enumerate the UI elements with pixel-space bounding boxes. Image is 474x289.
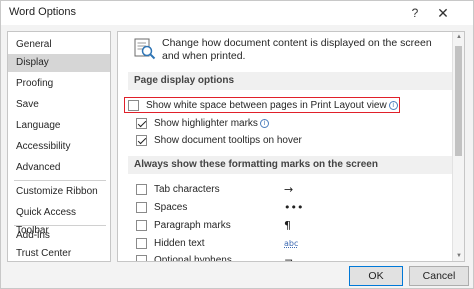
sidebar-item-advanced[interactable]: Advanced — [8, 159, 110, 177]
category-sidebar: General Display Proofing Save Language A… — [7, 31, 111, 262]
checkbox-paragraph-marks[interactable] — [136, 220, 147, 231]
option-show-white-space[interactable]: Show white space between pages in Print … — [128, 99, 398, 113]
sidebar-divider — [14, 180, 106, 181]
option-label: Paragraph marks — [154, 220, 231, 231]
scroll-down-arrow-icon[interactable]: ▼ — [456, 253, 462, 259]
checkbox-show-highlighter-marks[interactable] — [136, 118, 147, 129]
sidebar-item-trust-center[interactable]: Trust Center — [8, 245, 110, 263]
option-label: Spaces — [154, 202, 188, 213]
scroll-up-arrow-icon[interactable]: ▲ — [456, 34, 462, 40]
sidebar-item-language[interactable]: Language — [8, 117, 110, 135]
option-label: Tab characters — [154, 184, 220, 195]
checkbox-show-document-tooltips[interactable] — [136, 135, 147, 146]
option-spaces[interactable]: Spaces ••• — [136, 201, 336, 215]
option-label: Show highlighter marks i — [154, 117, 269, 131]
optional-hyphen-symbol: ¬ — [284, 254, 294, 262]
sidebar-item-accessibility[interactable]: Accessibility — [8, 138, 110, 156]
checkbox-hidden-text[interactable] — [136, 238, 147, 249]
option-hidden-text[interactable]: Hidden text abc — [136, 237, 336, 251]
option-label: Hidden text — [154, 238, 205, 249]
checkbox-spaces[interactable] — [136, 202, 147, 213]
option-optional-hyphens[interactable]: Optional hyphens ¬ — [136, 254, 336, 262]
checkbox-tab-characters[interactable] — [136, 184, 147, 195]
space-dots-symbol: ••• — [284, 201, 304, 214]
option-tab-characters[interactable]: Tab characters → — [136, 183, 336, 197]
option-label: Optional hyphens — [154, 255, 232, 262]
dialog-title: Word Options — [9, 6, 77, 18]
sidebar-item-quick-access-toolbar[interactable]: Quick Access Toolbar — [8, 204, 110, 236]
panel-description: Change how document content is displayed… — [162, 37, 432, 62]
title-bar: Word Options ? ✕ — [1, 1, 473, 25]
help-button[interactable]: ? — [405, 3, 425, 23]
sidebar-item-general[interactable]: General — [8, 36, 110, 54]
option-label: Show document tooltips on hover — [154, 135, 302, 146]
section-heading-page-display: Page display options — [128, 72, 452, 90]
hidden-text-symbol: abc — [284, 239, 299, 248]
display-settings-panel: Change how document content is displayed… — [117, 31, 465, 262]
option-show-highlighter-marks[interactable]: Show highlighter marks i — [136, 117, 336, 131]
option-show-document-tooltips[interactable]: Show document tooltips on hover — [136, 134, 336, 148]
scrollbar-thumb[interactable] — [455, 46, 462, 156]
info-icon[interactable]: i — [259, 119, 269, 128]
option-paragraph-marks[interactable]: Paragraph marks ¶ — [136, 219, 336, 233]
pilcrow-symbol: ¶ — [284, 219, 291, 232]
sidebar-divider — [14, 225, 106, 226]
close-button[interactable]: ✕ — [433, 3, 453, 23]
checkbox-show-white-space[interactable] — [128, 100, 139, 111]
tab-arrow-symbol: → — [284, 183, 294, 196]
info-icon[interactable]: i — [388, 101, 398, 110]
vertical-scrollbar[interactable]: ▲ ▼ — [452, 32, 464, 261]
ok-button[interactable]: OK — [349, 266, 403, 286]
checkbox-optional-hyphens[interactable] — [136, 255, 147, 261]
word-options-dialog: Word Options ? ✕ General Display Proofin… — [0, 0, 474, 289]
sidebar-item-customize-ribbon[interactable]: Customize Ribbon — [8, 183, 110, 201]
sidebar-item-proofing[interactable]: Proofing — [8, 75, 110, 93]
cancel-button[interactable]: Cancel — [409, 266, 469, 286]
sidebar-item-save[interactable]: Save — [8, 96, 110, 114]
sidebar-item-add-ins[interactable]: Add-ins — [8, 227, 110, 245]
section-heading-formatting-marks: Always show these formatting marks on th… — [128, 156, 452, 174]
display-magnifier-icon — [134, 38, 156, 60]
sidebar-item-display[interactable]: Display — [8, 54, 110, 72]
option-label: Show white space between pages in Print … — [146, 99, 398, 113]
